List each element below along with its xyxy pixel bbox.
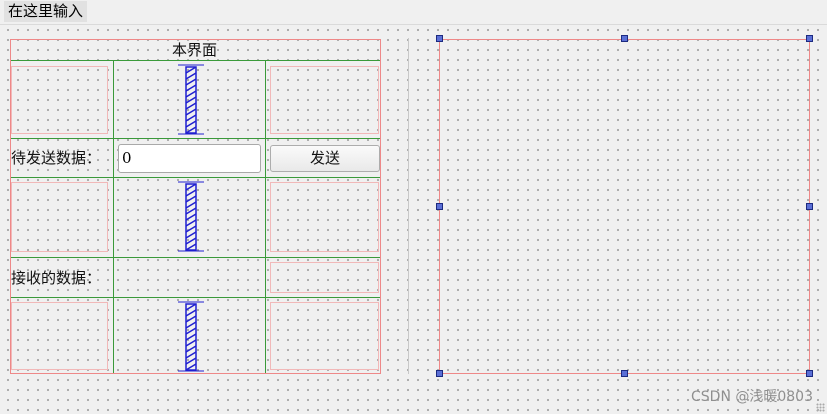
- vertical-separator: [408, 38, 409, 374]
- selection-handle-icon[interactable]: [436, 35, 443, 42]
- selection-handle-icon[interactable]: [806, 203, 813, 210]
- grid-row-line: [11, 297, 380, 298]
- send-data-input[interactable]: 0: [118, 144, 261, 173]
- form-title: 本界面: [172, 41, 218, 59]
- empty-widget[interactable]: [11, 302, 108, 370]
- empty-widget[interactable]: [11, 182, 108, 252]
- empty-widget[interactable]: [270, 66, 379, 134]
- empty-widget[interactable]: [270, 262, 379, 293]
- receive-data-label: 接收的数据：: [11, 269, 102, 287]
- grid-col-line: [113, 60, 114, 373]
- selection-handle-icon[interactable]: [621, 35, 628, 42]
- vertical-spacer-icon[interactable]: [176, 180, 206, 254]
- vertical-spacer-icon[interactable]: [176, 63, 206, 137]
- empty-widget[interactable]: [270, 302, 379, 370]
- selection-handle-icon[interactable]: [436, 370, 443, 377]
- selected-widget[interactable]: [439, 39, 810, 374]
- grid-row-line: [11, 257, 380, 258]
- selection-handle-icon[interactable]: [621, 370, 628, 377]
- menu-bar: 在这里输入: [0, 0, 827, 25]
- empty-widget[interactable]: [270, 182, 379, 252]
- send-button[interactable]: 发送: [270, 145, 380, 172]
- vertical-spacer-icon[interactable]: [176, 300, 206, 374]
- resize-grip-icon[interactable]: [816, 403, 825, 412]
- selection-handle-icon[interactable]: [436, 203, 443, 210]
- empty-widget[interactable]: [11, 66, 108, 134]
- send-data-label: 待发送数据：: [11, 149, 102, 167]
- grid-row-line: [11, 138, 380, 139]
- menu-placeholder-item[interactable]: 在这里输入: [4, 1, 88, 22]
- selection-handle-icon[interactable]: [806, 35, 813, 42]
- grid-row-line: [11, 60, 380, 61]
- watermark: CSDN @浅暖0803: [691, 389, 813, 405]
- grid-row-line: [11, 177, 380, 178]
- selection-handle-icon[interactable]: [806, 370, 813, 377]
- grid-col-line: [265, 60, 266, 373]
